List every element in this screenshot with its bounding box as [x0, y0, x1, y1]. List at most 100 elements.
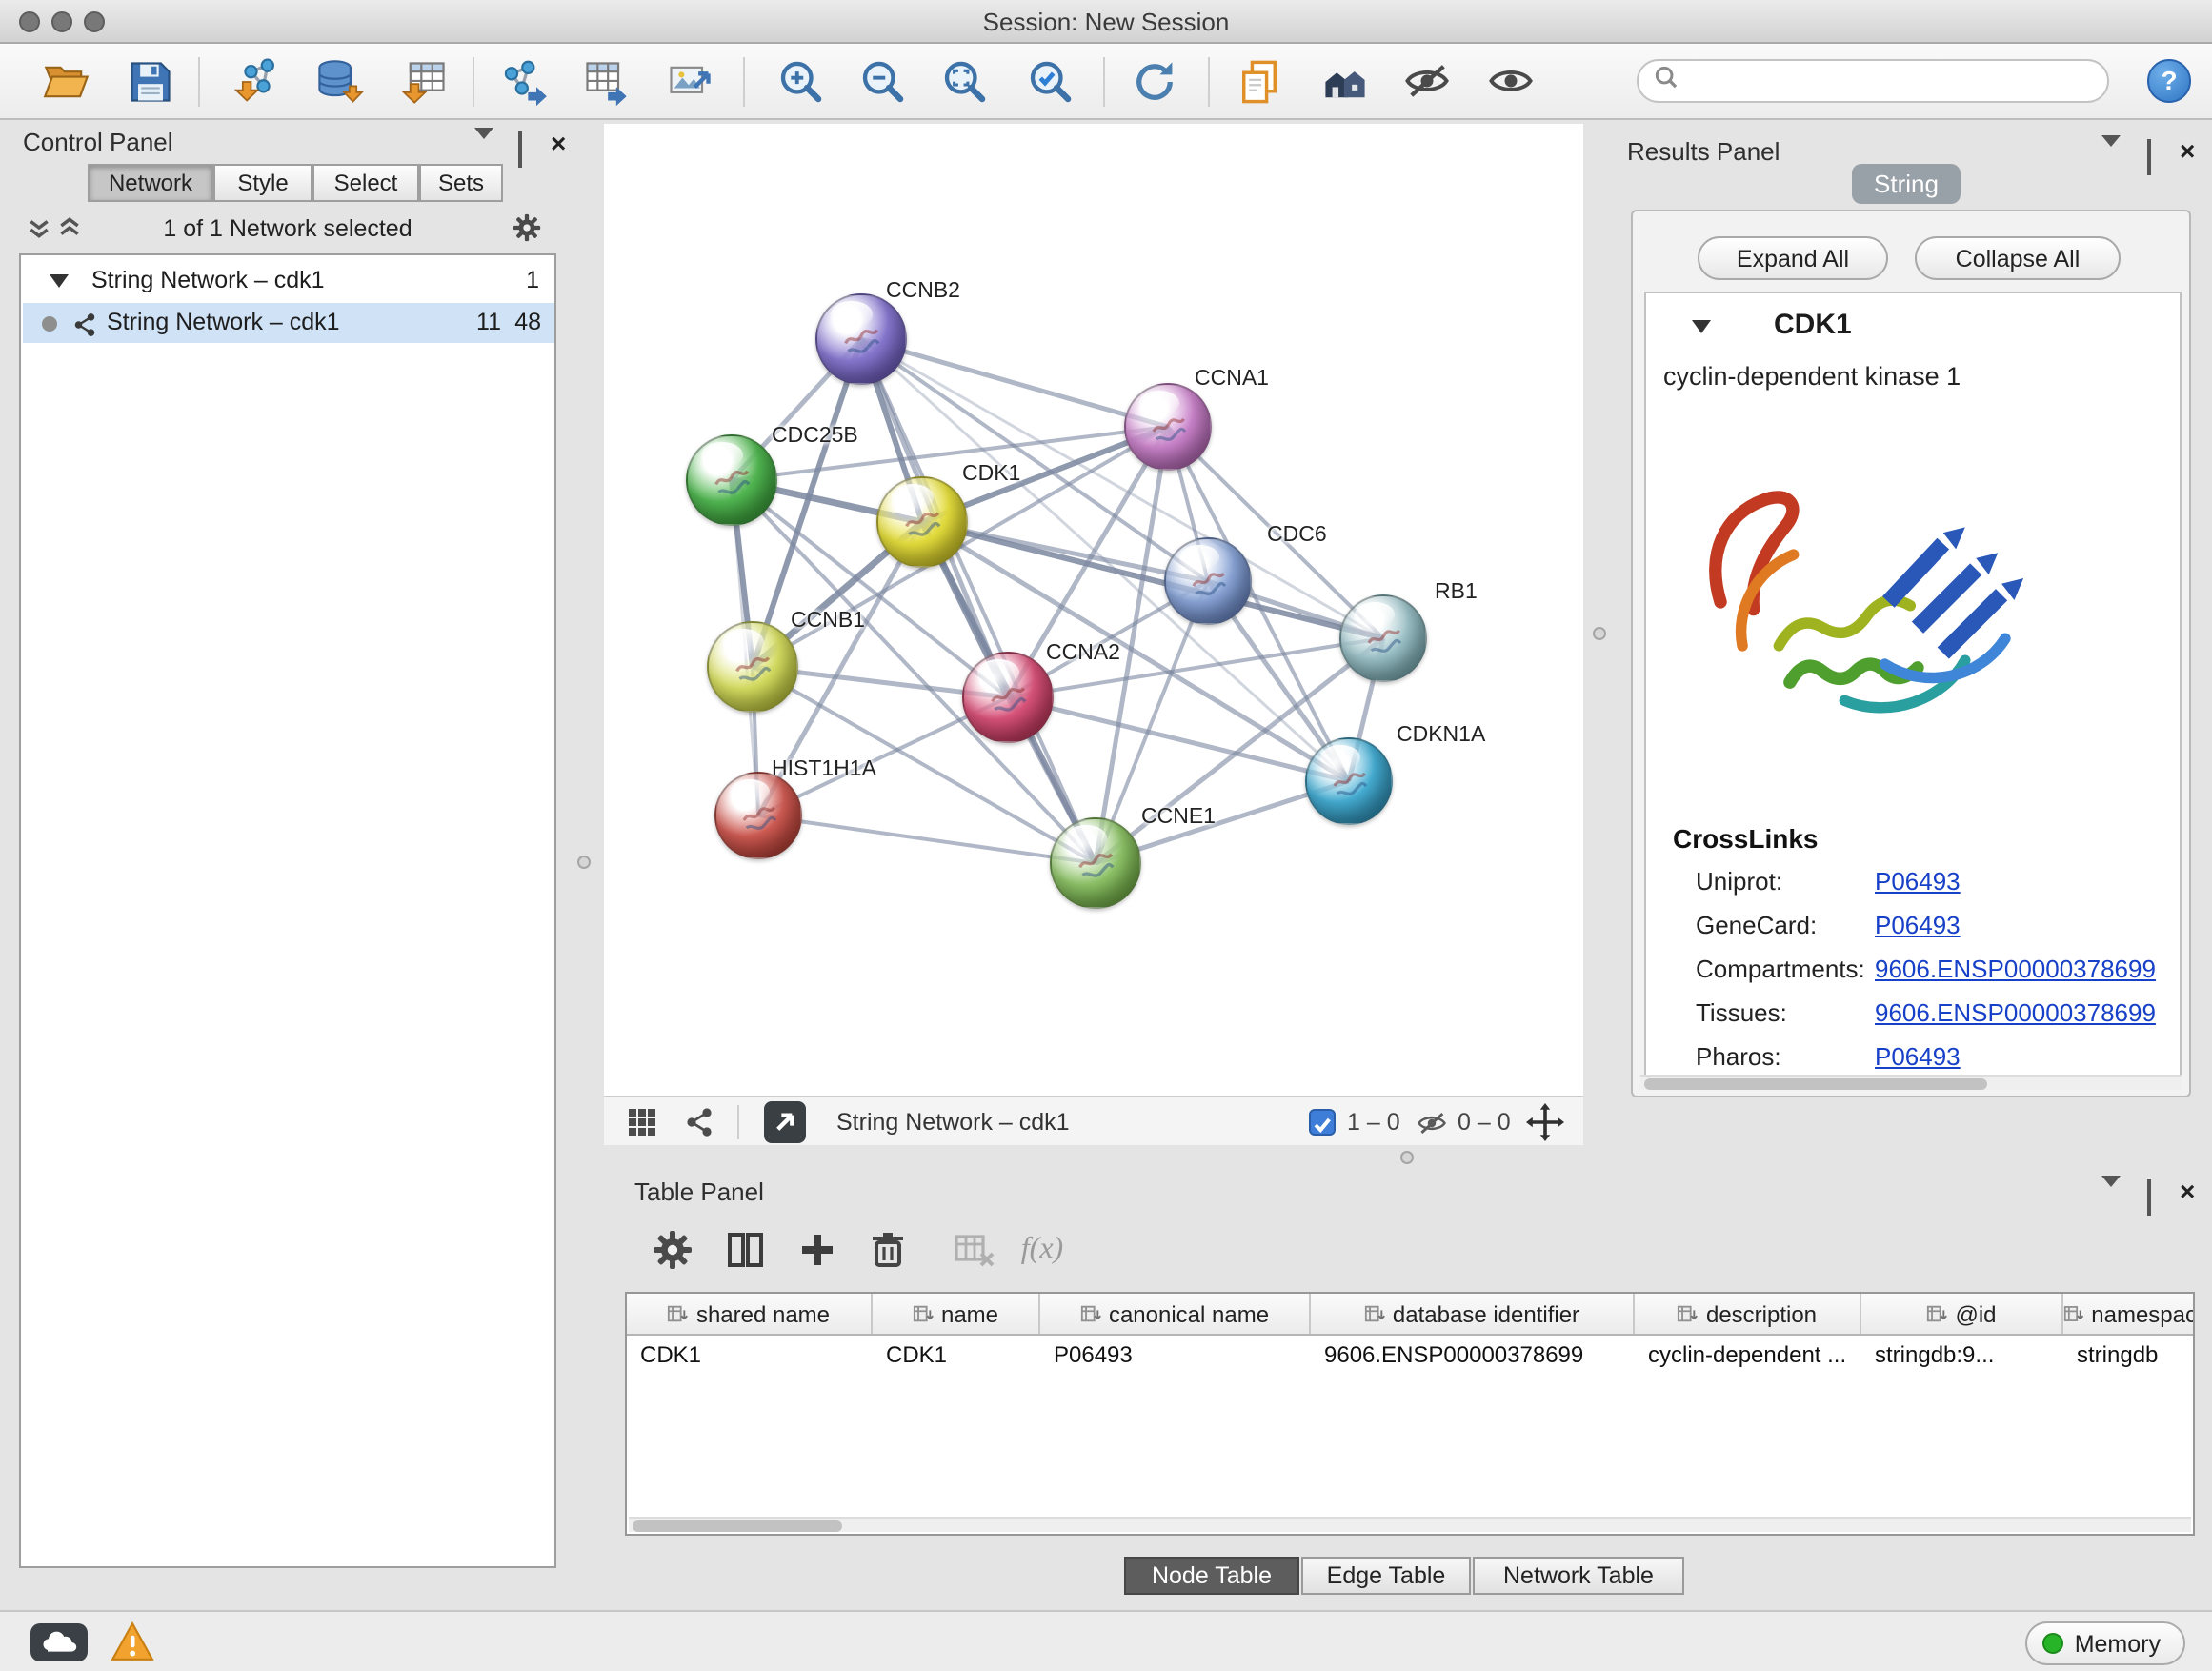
fit-content-move-icon[interactable]: [1526, 1103, 1564, 1151]
panel-float-icon[interactable]: [2147, 1181, 2151, 1216]
results-horizontal-scrollbar[interactable]: [1640, 1075, 2182, 1090]
open-in-new-window-button[interactable]: [764, 1101, 806, 1143]
left-splitter-handle[interactable]: [577, 856, 591, 869]
save-session-button[interactable]: [122, 53, 179, 111]
panel-close-icon[interactable]: ×: [2180, 1181, 2195, 1200]
tab-node-table[interactable]: Node Table: [1124, 1557, 1299, 1595]
network-node-cdc6[interactable]: [1164, 537, 1252, 625]
refresh-button[interactable]: [1126, 53, 1183, 111]
import-network-database-button[interactable]: [311, 53, 368, 111]
network-node-ccne1[interactable]: [1050, 817, 1141, 909]
column-header[interactable]: namespac: [2063, 1294, 2195, 1334]
collapse-all-button[interactable]: Collapse All: [1915, 236, 2121, 280]
network-node-ccna2[interactable]: [962, 652, 1054, 743]
network-node-label: CDC25B: [772, 425, 858, 448]
panel-close-icon[interactable]: ×: [551, 133, 566, 152]
function-builder-button[interactable]: f(x): [1008, 1223, 1076, 1277]
expand-all-button[interactable]: Expand All: [1698, 236, 1888, 280]
network-edge[interactable]: [861, 339, 1096, 863]
warning-icon-button[interactable]: [111, 1621, 154, 1671]
table-horizontal-scrollbar[interactable]: [629, 1517, 2191, 1532]
copy-document-button[interactable]: [1231, 53, 1288, 111]
bottom-splitter-handle[interactable]: [1400, 1151, 1414, 1164]
network-node-label: CCNA1: [1195, 368, 1269, 391]
network-edge[interactable]: [861, 339, 1168, 427]
import-table-button[interactable]: [396, 53, 453, 111]
panel-float-icon[interactable]: [2147, 141, 2151, 175]
column-header[interactable]: database identifier: [1311, 1294, 1635, 1334]
zoom-out-button[interactable]: [854, 53, 911, 111]
tab-style[interactable]: Style: [213, 164, 312, 202]
panel-close-icon[interactable]: ×: [2180, 141, 2195, 160]
hide-labels-button[interactable]: [1398, 53, 1456, 111]
network-node-rb1[interactable]: [1339, 594, 1427, 682]
gene-collapse-icon[interactable]: [1692, 320, 1711, 333]
network-canvas[interactable]: CCNB2CCNA1CDC25BCDK1CDC6RB1CCNB1CCNA2CDK…: [604, 124, 1583, 1096]
export-table-button[interactable]: [577, 53, 634, 111]
table-settings-button[interactable]: [646, 1223, 699, 1277]
zoom-selected-button[interactable]: [1021, 53, 1078, 111]
panel-float-icon[interactable]: [518, 133, 522, 168]
tab-edge-table[interactable]: Edge Table: [1301, 1557, 1471, 1595]
column-header[interactable]: description: [1635, 1294, 1861, 1334]
search-input[interactable]: [1688, 68, 2092, 94]
add-column-button[interactable]: [791, 1223, 844, 1277]
panel-menu-icon[interactable]: [2101, 1187, 2121, 1221]
network-node-hist1h1a[interactable]: [714, 772, 802, 859]
table-row[interactable]: CDK1 CDK1 P06493 9606.ENSP00000378699 cy…: [627, 1336, 2193, 1374]
table-delete-icon: [951, 1250, 996, 1278]
open-session-button[interactable]: [38, 53, 95, 111]
tab-network[interactable]: Network: [88, 164, 213, 202]
network-collection-row[interactable]: String Network – cdk1 1: [23, 261, 554, 301]
network-edge[interactable]: [758, 815, 1096, 863]
network-row-selected[interactable]: String Network – cdk1 11 48: [23, 303, 554, 343]
collection-expand-icon[interactable]: [50, 274, 69, 288]
crosslink-tissues-link[interactable]: 9606.ENSP00000378699: [1875, 998, 2156, 1027]
crosslink-uniprot-link[interactable]: P06493: [1875, 867, 1961, 896]
protein-thumbnail-icon: [892, 497, 953, 550]
show-labels-button[interactable]: [1482, 53, 1539, 111]
network-tree: String Network – cdk1 1 String Network –…: [19, 253, 556, 1568]
import-network-file-button[interactable]: [229, 53, 286, 111]
crosslink-pharos-link[interactable]: P06493: [1875, 1042, 1961, 1071]
tab-string[interactable]: String: [1852, 164, 1961, 204]
search-box: [1637, 59, 2109, 103]
network-options-gear-icon[interactable]: [511, 211, 543, 253]
show-columns-button[interactable]: [718, 1223, 772, 1277]
network-node-cdc25b[interactable]: [686, 434, 777, 526]
share-view-icon[interactable]: [684, 1107, 714, 1147]
network-node-ccnb1[interactable]: [707, 621, 798, 713]
tab-sets[interactable]: Sets: [419, 164, 503, 202]
delete-table-button[interactable]: [947, 1223, 1000, 1277]
expand-all-tree-icon[interactable]: [27, 215, 51, 250]
cloud-status-button[interactable]: [30, 1623, 88, 1671]
column-header[interactable]: name: [873, 1294, 1040, 1334]
zoom-fit-button[interactable]: [935, 53, 993, 111]
export-image-button[interactable]: [661, 53, 718, 111]
network-node-cdkn1a[interactable]: [1305, 737, 1393, 825]
selected-checkbox-icon[interactable]: [1309, 1109, 1336, 1136]
delete-column-button[interactable]: [861, 1223, 915, 1277]
memory-button[interactable]: Memory: [2025, 1621, 2185, 1665]
column-header[interactable]: @id: [1861, 1294, 2063, 1334]
protein-thumbnail-icon: [831, 314, 892, 367]
help-button[interactable]: ?: [2147, 59, 2191, 103]
tab-network-table[interactable]: Network Table: [1473, 1557, 1684, 1595]
network-node-ccnb2[interactable]: [815, 293, 907, 385]
column-header[interactable]: canonical name: [1040, 1294, 1311, 1334]
right-splitter-handle[interactable]: [1593, 627, 1606, 640]
export-network-button[interactable]: [495, 53, 553, 111]
string-home-button[interactable]: [1317, 53, 1374, 111]
crosslink-compartments-link[interactable]: 9606.ENSP00000378699: [1875, 955, 2156, 983]
tab-select[interactable]: Select: [312, 164, 419, 202]
crosslink-genecard-link[interactable]: P06493: [1875, 911, 1961, 939]
save-disk-icon: [126, 84, 175, 112]
panel-menu-icon[interactable]: [2101, 147, 2121, 181]
toolbar-separator: [737, 1105, 739, 1139]
column-header[interactable]: shared name: [627, 1294, 873, 1334]
zoom-in-button[interactable]: [772, 53, 829, 111]
network-node-cdk1[interactable]: [876, 476, 968, 568]
grid-view-icon[interactable]: [627, 1107, 657, 1147]
network-node-ccna1[interactable]: [1124, 383, 1212, 471]
collapse-all-tree-icon[interactable]: [57, 215, 82, 250]
